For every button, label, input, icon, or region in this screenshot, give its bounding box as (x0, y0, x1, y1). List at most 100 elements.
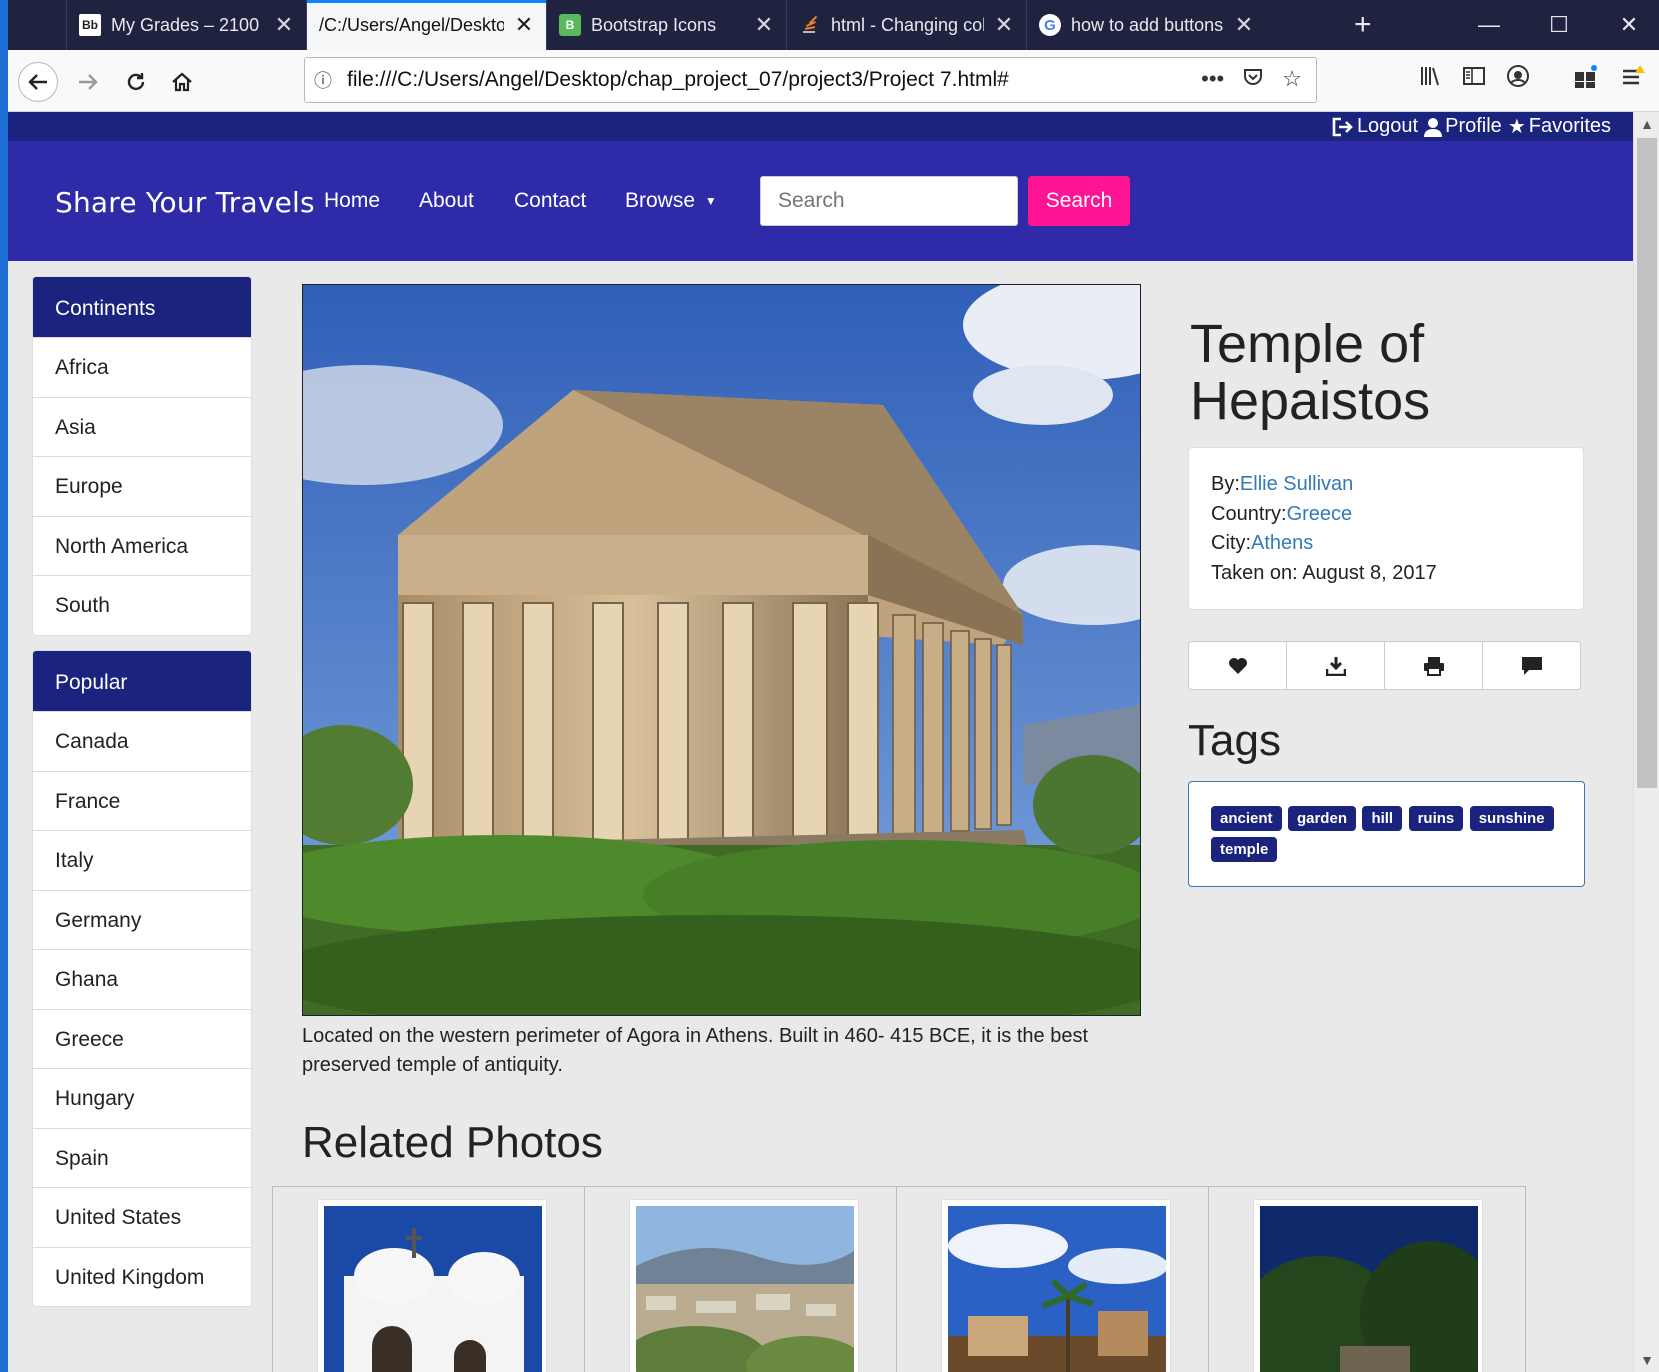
tag-badge[interactable]: garden (1287, 806, 1356, 831)
close-tab-icon[interactable]: ✕ (1234, 12, 1254, 38)
tab-title: html - Changing colo (831, 14, 984, 35)
tab-my-grades[interactable]: Bb My Grades – 2100 Sp ✕ (66, 0, 306, 50)
scroll-up-icon[interactable]: ▲ (1634, 116, 1659, 132)
logout-link[interactable]: Logout (1332, 115, 1418, 138)
list-item[interactable]: Greece (33, 1008, 251, 1069)
bootstrap-favicon-icon: B (559, 14, 581, 36)
tag-badge[interactable]: hill (1362, 806, 1403, 831)
list-item[interactable]: Europe (33, 456, 251, 516)
browse-label: Browse (625, 189, 696, 212)
tab-title: /C:/Users/Angel/Desktop (319, 14, 504, 35)
nav-link-contact[interactable]: Contact (514, 189, 586, 213)
account-icon[interactable] (1506, 64, 1530, 94)
library-icon[interactable] (1418, 64, 1442, 94)
print-button[interactable] (1384, 642, 1482, 689)
close-tab-icon[interactable]: ✕ (754, 12, 774, 38)
favorite-button[interactable] (1189, 642, 1286, 689)
tab-google-search[interactable]: G how to add buttons t ✕ (1026, 0, 1266, 50)
related-photo-thumbnail[interactable] (317, 1199, 547, 1372)
user-icon (1424, 117, 1443, 137)
stackoverflow-favicon-icon (799, 14, 821, 36)
favorites-link[interactable]: ★ Favorites (1508, 114, 1611, 139)
forward-button[interactable] (68, 62, 108, 102)
home-icon (172, 72, 192, 92)
comment-button[interactable] (1482, 642, 1580, 689)
site-brand[interactable]: Share Your Travels (55, 186, 315, 219)
related-photo-thumbnail[interactable] (629, 1199, 859, 1372)
tags-panel: ancient garden hill ruins sunshine templ… (1188, 781, 1585, 887)
desktop-edge (0, 0, 8, 1372)
maximize-button[interactable]: ☐ (1524, 0, 1594, 50)
address-bar[interactable]: ⓘ file:///C:/Users/Angel/Desktop/chap_pr… (304, 57, 1317, 103)
list-item[interactable]: Asia (33, 396, 251, 457)
browser-tab-bar: Bb My Grades – 2100 Sp ✕ /C:/Users/Angel… (0, 0, 1659, 1372)
comment-icon (1521, 656, 1542, 675)
reload-button[interactable] (116, 62, 156, 102)
related-photo-thumbnail[interactable] (1253, 1199, 1483, 1372)
more-actions-icon[interactable]: ••• (1201, 66, 1224, 94)
continents-list: Continents Africa Asia Europe North Amer… (32, 276, 252, 636)
back-button[interactable] (18, 62, 58, 102)
tag-badge[interactable]: sunshine (1469, 806, 1554, 831)
list-item[interactable]: Hungary (33, 1068, 251, 1128)
list-item[interactable]: Germany (33, 889, 251, 950)
google-favicon-icon: G (1039, 14, 1061, 36)
tab-stackoverflow[interactable]: html - Changing colo ✕ (786, 0, 1026, 50)
list-item[interactable]: France (33, 770, 251, 831)
list-item[interactable]: Spain (33, 1127, 251, 1188)
list-item[interactable]: United Kingdom (33, 1246, 251, 1307)
related-photos-heading: Related Photos (302, 1118, 603, 1167)
tab-project-7[interactable]: /C:/Users/Angel/Desktop ✕ (306, 0, 546, 50)
related-photo-thumbnail[interactable] (941, 1199, 1171, 1372)
tag-badge[interactable]: ancient (1211, 806, 1282, 831)
search-button[interactable]: Search (1028, 176, 1130, 226)
city-link[interactable]: Athens (1251, 532, 1313, 554)
home-button[interactable] (162, 62, 202, 102)
country-label: Country: (1211, 502, 1287, 525)
tab-bootstrap-icons[interactable]: B Bootstrap Icons ✕ (546, 0, 786, 50)
author-row: By:Ellie Sullivan (1211, 470, 1561, 500)
sidebar-icon[interactable] (1462, 64, 1486, 94)
profile-link[interactable]: Profile (1424, 115, 1502, 138)
close-tab-icon[interactable]: ✕ (274, 12, 294, 38)
page-scrollbar[interactable]: ▲ ▼ (1633, 112, 1659, 1372)
close-window-button[interactable]: ✕ (1594, 0, 1659, 50)
new-tab-button[interactable]: + (1354, 8, 1372, 42)
list-item[interactable]: Ghana (33, 949, 251, 1009)
list-item[interactable]: South (33, 575, 251, 635)
nav-dropdown-browse[interactable]: Browse ▼ (625, 189, 717, 213)
list-item[interactable]: Italy (33, 830, 251, 890)
list-item[interactable]: United States (33, 1187, 251, 1247)
menu-icon[interactable] (1620, 64, 1646, 96)
related-photo-card[interactable] (896, 1186, 1214, 1372)
close-tab-icon[interactable]: ✕ (514, 12, 534, 38)
minimize-button[interactable]: — (1454, 0, 1524, 50)
list-item[interactable]: North America (33, 515, 251, 576)
close-tab-icon[interactable]: ✕ (994, 12, 1014, 38)
continents-heading: Continents (33, 277, 251, 337)
search-input[interactable] (760, 176, 1018, 226)
tag-badge[interactable]: temple (1211, 837, 1278, 862)
url-text[interactable]: file:///C:/Users/Angel/Desktop/chap_proj… (341, 68, 1201, 92)
tag-badge[interactable]: ruins (1408, 806, 1464, 831)
nav-link-home[interactable]: Home (324, 189, 380, 213)
country-link[interactable]: Greece (1287, 503, 1353, 525)
related-photo-card[interactable] (584, 1186, 902, 1372)
list-item[interactable]: Africa (33, 337, 251, 397)
caret-down-icon: ▼ (704, 194, 717, 209)
tab-title: Bootstrap Icons (591, 14, 717, 35)
scroll-down-icon[interactable]: ▼ (1634, 1352, 1659, 1368)
author-link[interactable]: Ellie Sullivan (1240, 473, 1353, 495)
favorites-label: Favorites (1528, 115, 1611, 137)
list-item[interactable]: Canada (33, 711, 251, 771)
info-icon[interactable]: ⓘ (305, 67, 341, 93)
bookmark-star-icon[interactable]: ☆ (1282, 66, 1302, 94)
related-photo-card[interactable] (272, 1186, 590, 1372)
nav-link-about[interactable]: About (419, 189, 474, 213)
related-photo-card[interactable] (1208, 1186, 1526, 1372)
extensions-icon[interactable] (1573, 64, 1599, 96)
download-button[interactable] (1286, 642, 1384, 689)
account-strip: Logout Profile ★ Favorites (8, 112, 1633, 141)
pocket-icon[interactable] (1242, 66, 1264, 94)
scrollbar-thumb[interactable] (1637, 138, 1657, 788)
